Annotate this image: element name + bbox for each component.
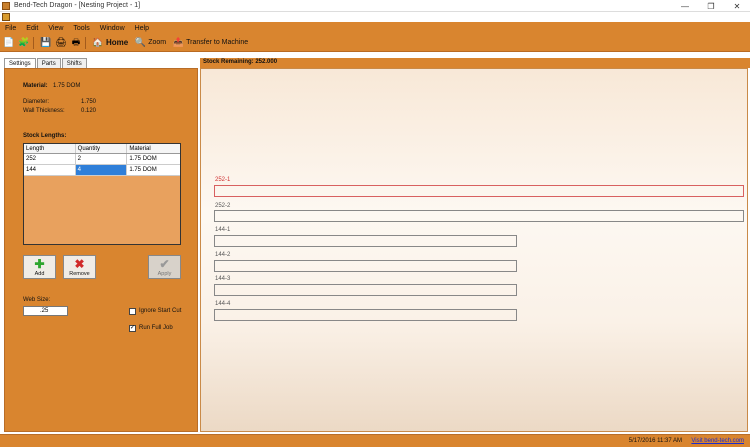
web-size-input[interactable]: .25 <box>23 306 68 316</box>
ignore-start-cut-label: Ignore Start Cut <box>139 308 182 314</box>
remove-button[interactable]: ✖ Remove <box>63 255 96 279</box>
run-full-job-checkbox[interactable]: ✓ <box>129 325 136 332</box>
diameter-value: 1.750 <box>81 99 97 105</box>
stock-bar-252-2[interactable] <box>214 210 744 222</box>
stock-remaining-text: Stock Remaining: 252.000 <box>203 59 278 65</box>
column-header-material[interactable]: Material <box>127 144 180 153</box>
panel-tabs: Settings Parts Shifts <box>4 58 198 68</box>
cell-length[interactable]: 252 <box>24 154 76 164</box>
bar-label: 144-2 <box>215 252 231 258</box>
menu-tools[interactable]: Tools <box>68 25 94 32</box>
menu-window[interactable]: Window <box>95 25 130 32</box>
stock-lengths-label: Stock Lengths: <box>23 133 67 139</box>
save-icon[interactable]: 💾 <box>40 37 52 49</box>
tab-parts[interactable]: Parts <box>36 58 61 68</box>
zoom-icon[interactable]: 🔍 <box>134 37 146 49</box>
material-value: 1.75 DOM <box>53 83 81 89</box>
table-row[interactable]: 144 4 1.75 DOM <box>24 165 180 176</box>
menu-file[interactable]: File <box>0 25 21 32</box>
print-preview-icon[interactable]: 🖶 <box>70 37 82 49</box>
grid-header: Length Quantity Material <box>24 144 180 154</box>
home-icon[interactable]: 🏠 <box>92 37 104 49</box>
app-icon <box>2 1 10 10</box>
stock-bar-144-4[interactable] <box>214 309 517 321</box>
document-logo-icon[interactable] <box>2 13 10 21</box>
bar-label: 144-4 <box>215 301 231 307</box>
stock-bar-252-1[interactable] <box>214 185 744 197</box>
status-datetime: 5/17/2016 11:37 AM <box>628 438 682 444</box>
nest-header: Stock Remaining: 252.000 <box>200 58 750 68</box>
toolbar-separator <box>33 36 34 49</box>
tab-shifts[interactable]: Shifts <box>61 58 87 68</box>
toolbar: 📄 🧩 💾 🖨 🖶 🏠 Home 🔍 Zoom 📤 Transfer to Ma… <box>0 34 750 52</box>
settings-body: Material: 1.75 DOM Diameter: 1.750 Wall … <box>4 68 198 432</box>
cell-length[interactable]: 144 <box>24 165 76 175</box>
stock-bar-144-2[interactable] <box>214 260 517 272</box>
table-row[interactable]: 252 2 1.75 DOM <box>24 154 180 165</box>
run-full-job-label: Run Full Job <box>139 325 173 331</box>
wall-thickness-label: Wall Thickness: <box>23 108 65 114</box>
add-button-label: Add <box>34 271 45 277</box>
window-title: Bend-Tech Dragon - [Nesting Project - 1] <box>14 2 141 9</box>
add-button[interactable]: ✚ Add <box>23 255 56 279</box>
plus-icon: ✚ <box>34 257 45 271</box>
ignore-start-cut-checkbox[interactable] <box>129 308 136 315</box>
nest-canvas[interactable]: 252-1 252-2 144-1 144-2 144-3 144-4 <box>200 68 748 432</box>
diameter-label: Diameter: <box>23 99 50 105</box>
toolbar-separator <box>85 36 86 49</box>
bar-label: 252-2 <box>215 203 231 209</box>
zoom-button[interactable]: Zoom <box>148 39 166 46</box>
apply-button[interactable]: ✔ Apply <box>148 255 181 279</box>
wall-thickness-value: 0.120 <box>81 108 97 114</box>
transfer-icon[interactable]: 📤 <box>172 37 184 49</box>
window-controls: — ❐ ✕ <box>672 0 750 12</box>
remove-button-label: Remove <box>69 271 90 277</box>
transfer-to-machine-button[interactable]: Transfer to Machine <box>186 39 248 46</box>
stock-bar-144-1[interactable] <box>214 235 517 247</box>
minimize-button[interactable]: — <box>672 0 698 12</box>
web-size-label: Web Size: <box>23 297 51 303</box>
cell-quantity[interactable]: 4 <box>75 165 128 175</box>
cell-quantity[interactable]: 2 <box>76 154 128 164</box>
stock-bar-144-3[interactable] <box>214 284 517 296</box>
maximize-button[interactable]: ❐ <box>698 0 724 12</box>
add-part-icon[interactable]: 🧩 <box>18 37 30 49</box>
website-link[interactable]: Visit bend-tech.com <box>691 438 744 444</box>
home-button[interactable]: Home <box>106 38 128 47</box>
x-icon: ✖ <box>74 257 85 271</box>
menu-bar: File Edit View Tools Window Help <box>0 22 750 34</box>
checkmark-icon: ✔ <box>159 257 170 271</box>
material-label: Material: <box>23 83 48 89</box>
column-header-quantity[interactable]: Quantity <box>76 144 128 153</box>
tab-settings[interactable]: Settings <box>4 58 36 68</box>
mdi-icon-row <box>0 12 750 22</box>
new-document-icon[interactable]: 📄 <box>3 37 15 49</box>
apply-button-label: Apply <box>157 271 172 277</box>
status-bar: 5/17/2016 11:37 AM Visit bend-tech.com <box>0 434 750 447</box>
settings-panel: Settings Parts Shifts Material: 1.75 DOM… <box>4 58 198 432</box>
cell-material[interactable]: 1.75 DOM <box>127 165 180 175</box>
cell-material[interactable]: 1.75 DOM <box>127 154 180 164</box>
bar-label: 252-1 <box>215 177 231 183</box>
bar-label: 144-3 <box>215 276 231 282</box>
stock-lengths-grid[interactable]: Length Quantity Material 252 2 1.75 DOM … <box>23 143 181 245</box>
menu-help[interactable]: Help <box>130 25 154 32</box>
title-bar: Bend-Tech Dragon - [Nesting Project - 1]… <box>0 0 750 12</box>
bar-label: 144-1 <box>215 227 231 233</box>
print-icon[interactable]: 🖨 <box>55 37 67 49</box>
menu-view[interactable]: View <box>43 25 68 32</box>
close-button[interactable]: ✕ <box>724 0 750 12</box>
menu-edit[interactable]: Edit <box>21 25 43 32</box>
column-header-length[interactable]: Length <box>24 144 76 153</box>
